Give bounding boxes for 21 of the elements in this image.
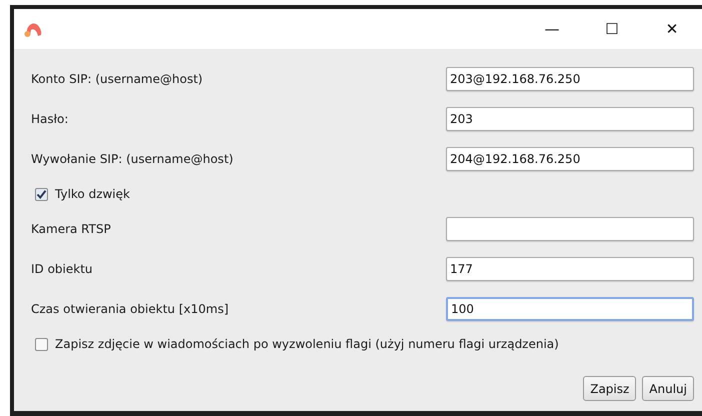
field-label: Czas otwierania obiektu [x10ms] [31,302,230,316]
checkbox-label[interactable]: Zapisz zdjęcie w wiadomościach po wyzwoleniu flagi (użyj numeru flagi urządzenia) [55,337,559,351]
cancel-button[interactable]: Anuluj [642,376,694,401]
maximize-button[interactable]: ☐ [582,11,642,47]
input-field[interactable]: 204@192.168.76.250 [446,147,694,171]
input-field[interactable]: 100 [446,297,694,321]
field-label: Hasło: [31,112,70,126]
input-field[interactable]: 203 [446,107,694,131]
checkbox[interactable] [35,338,48,350]
field-label: ID obiektu [31,262,94,276]
field-label: Kamera RTSP [31,222,112,236]
minimize-button[interactable]: — [522,11,582,47]
field-label: Wywołanie SIP: (username@host) [31,152,234,166]
checkbox[interactable] [35,188,48,200]
checkbox-label[interactable]: Tylko dzwięk [55,187,130,201]
close-button[interactable]: ✕ [642,11,702,47]
save-button[interactable]: Zapisz [583,376,636,401]
input-field[interactable]: 177 [446,257,694,281]
input-field[interactable] [446,217,694,241]
field-label: Konto SIP: (username@host) [31,72,204,86]
input-field[interactable]: 203@192.168.76.250 [446,67,694,91]
